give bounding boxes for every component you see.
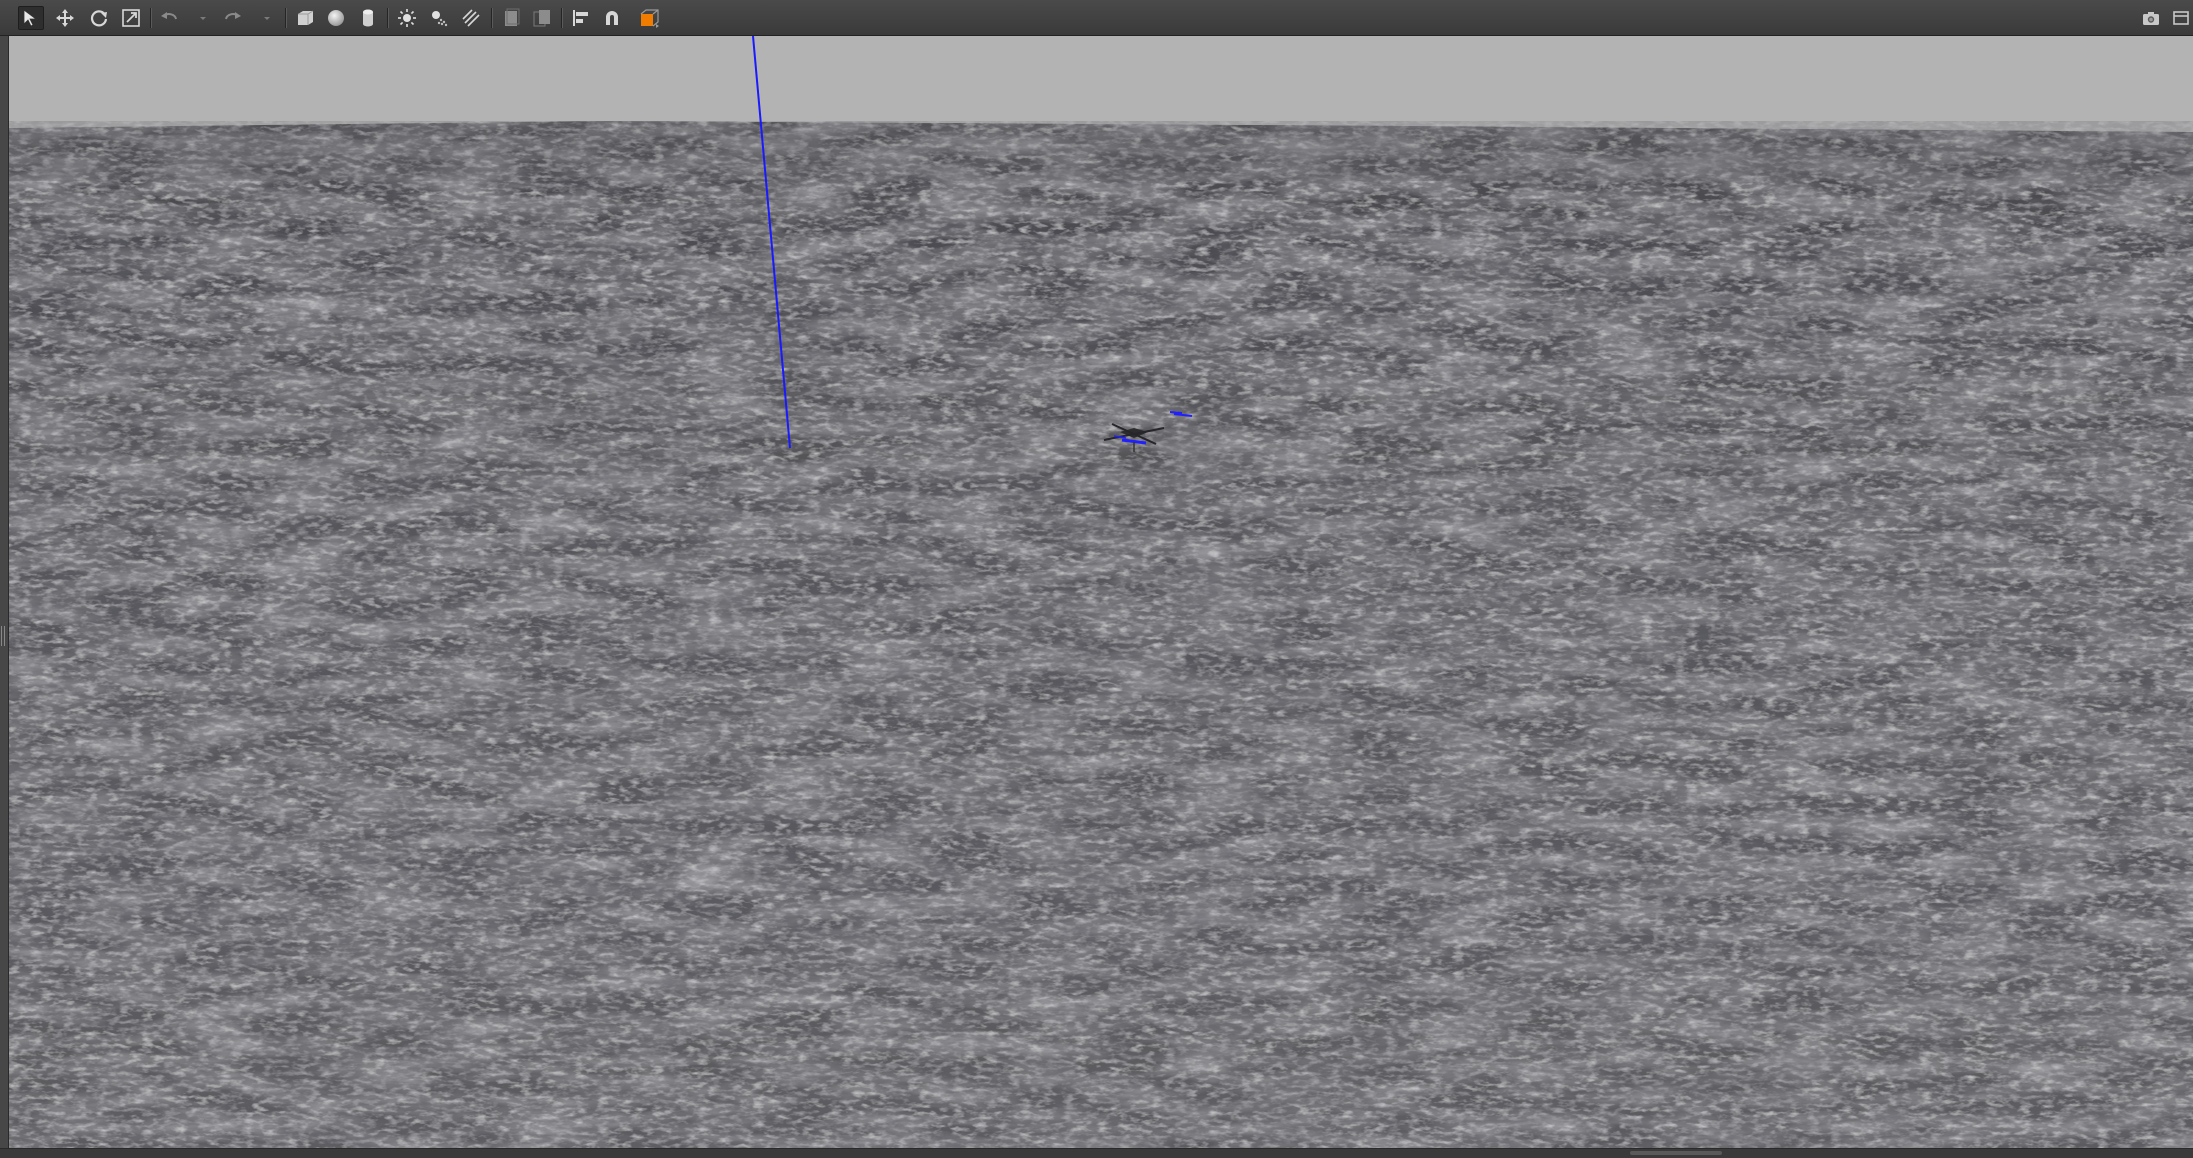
point-light-icon (398, 9, 416, 27)
paste-icon (533, 10, 550, 27)
select-mode-button[interactable] (18, 6, 44, 30)
redo-button[interactable] (220, 6, 246, 30)
redo-icon (225, 12, 241, 20)
change-view-angle-icon (640, 9, 659, 28)
sphere-shape-button[interactable] (323, 6, 349, 30)
directional-light-icon (462, 9, 480, 27)
box-shape-icon (298, 10, 314, 25)
rotate-mode-icon (90, 10, 108, 27)
box-shape-button[interactable] (292, 6, 318, 30)
splitter-grip-icon[interactable] (1, 626, 5, 646)
copy-button[interactable] (498, 6, 524, 30)
translate-mode-button[interactable] (52, 6, 78, 30)
change-view-angle-button[interactable] (636, 6, 662, 30)
toolbar-separator (150, 8, 152, 28)
rotate-mode-button[interactable] (86, 6, 112, 30)
scene-render[interactable] (9, 36, 2193, 1148)
point-light-button[interactable] (394, 6, 420, 30)
select-mode-icon (23, 9, 38, 27)
translate-mode-icon (56, 9, 74, 27)
undo-button[interactable] (156, 6, 182, 30)
cylinder-shape-icon (363, 9, 373, 27)
redo-history-dropdown-icon (264, 17, 270, 20)
left-panel-splitter[interactable] (0, 36, 9, 1148)
screenshot-button[interactable] (2138, 6, 2164, 30)
directional-light-button[interactable] (458, 6, 484, 30)
gazebo-window (0, 0, 2193, 1158)
maximize-view-icon (2173, 11, 2189, 25)
sphere-shape-icon (328, 10, 344, 26)
main-toolbar (0, 0, 2193, 36)
toolbar-separator (387, 8, 389, 28)
toolbar-separator (561, 8, 563, 28)
snap-icon (606, 11, 618, 25)
3d-viewport[interactable] (9, 36, 2193, 1148)
bottom-panel-handle[interactable] (1630, 1151, 1722, 1155)
toolbar-separator (285, 8, 287, 28)
spot-light-icon (432, 11, 448, 27)
align-button[interactable] (568, 6, 594, 30)
bottom-splitter[interactable] (0, 1148, 2193, 1158)
horizon-haze (9, 121, 2193, 181)
scale-mode-button[interactable] (118, 6, 144, 30)
spot-light-button[interactable] (426, 6, 452, 30)
align-icon (573, 10, 588, 26)
undo-history-dropdown-icon (200, 17, 206, 20)
undo-history-dropdown[interactable] (196, 6, 210, 30)
screenshot-icon (2143, 12, 2159, 25)
copy-icon (505, 8, 520, 26)
cylinder-shape-button[interactable] (355, 6, 381, 30)
ground-cracks (9, 121, 2193, 1148)
snap-button[interactable] (599, 6, 625, 30)
scale-mode-icon (122, 9, 140, 27)
paste-button[interactable] (529, 6, 555, 30)
undo-icon (161, 12, 177, 20)
maximize-view-button[interactable] (2168, 6, 2193, 30)
redo-history-dropdown[interactable] (260, 6, 274, 30)
toolbar-separator (491, 8, 493, 28)
